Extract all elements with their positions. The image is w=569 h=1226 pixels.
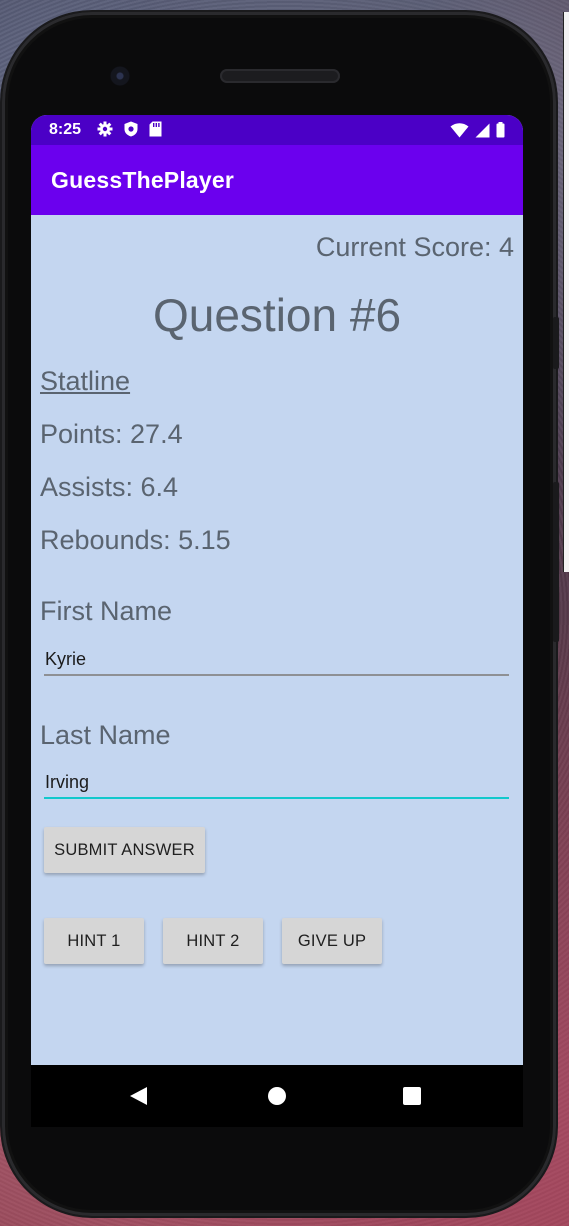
current-score: Current Score: 4	[315, 232, 514, 262]
first-name-label: First Name	[40, 596, 173, 626]
back-icon[interactable]	[130, 1087, 147, 1105]
status-right-icons	[450, 122, 505, 138]
hint-2-button[interactable]: HINT 2	[163, 918, 263, 964]
status-bar: 8:25	[31, 115, 523, 145]
front-camera	[110, 66, 130, 86]
give-up-button[interactable]: GIVE UP	[282, 918, 382, 964]
stat-points: Points: 27.4	[40, 419, 183, 449]
stat-rebounds: Rebounds: 5.15	[40, 525, 231, 555]
volume-up-button	[553, 317, 559, 369]
signal-icon	[475, 123, 490, 137]
hint-1-button[interactable]: HINT 1	[44, 918, 144, 964]
recents-icon[interactable]	[403, 1087, 421, 1105]
gear-icon	[97, 121, 113, 137]
app-bar: GuessThePlayer	[31, 145, 523, 215]
status-time: 8:25	[49, 121, 82, 138]
side-panel-edge	[563, 12, 569, 572]
question-title: Question #6	[152, 289, 402, 341]
shield-icon	[124, 121, 138, 137]
statline-heading: Statline	[40, 366, 131, 396]
home-icon[interactable]	[268, 1087, 286, 1105]
status-icons	[97, 121, 162, 137]
battery-icon	[496, 122, 505, 138]
navigation-bar	[31, 1065, 523, 1127]
submit-answer-button[interactable]: SUBMIT ANSWER	[44, 827, 205, 873]
last-name-input[interactable]	[44, 767, 509, 799]
stat-assists: Assists: 6.4	[40, 472, 179, 502]
last-name-label: Last Name	[40, 720, 171, 750]
first-name-input[interactable]	[44, 644, 509, 676]
app-title: GuessThePlayer	[51, 167, 235, 193]
earpiece-speaker	[220, 69, 340, 83]
app-screen: 8:25 GuessThePlayer Current Score: 4 Que…	[31, 115, 523, 1065]
sd-card-icon	[149, 121, 162, 137]
power-button	[553, 482, 559, 642]
wifi-icon	[450, 122, 469, 137]
